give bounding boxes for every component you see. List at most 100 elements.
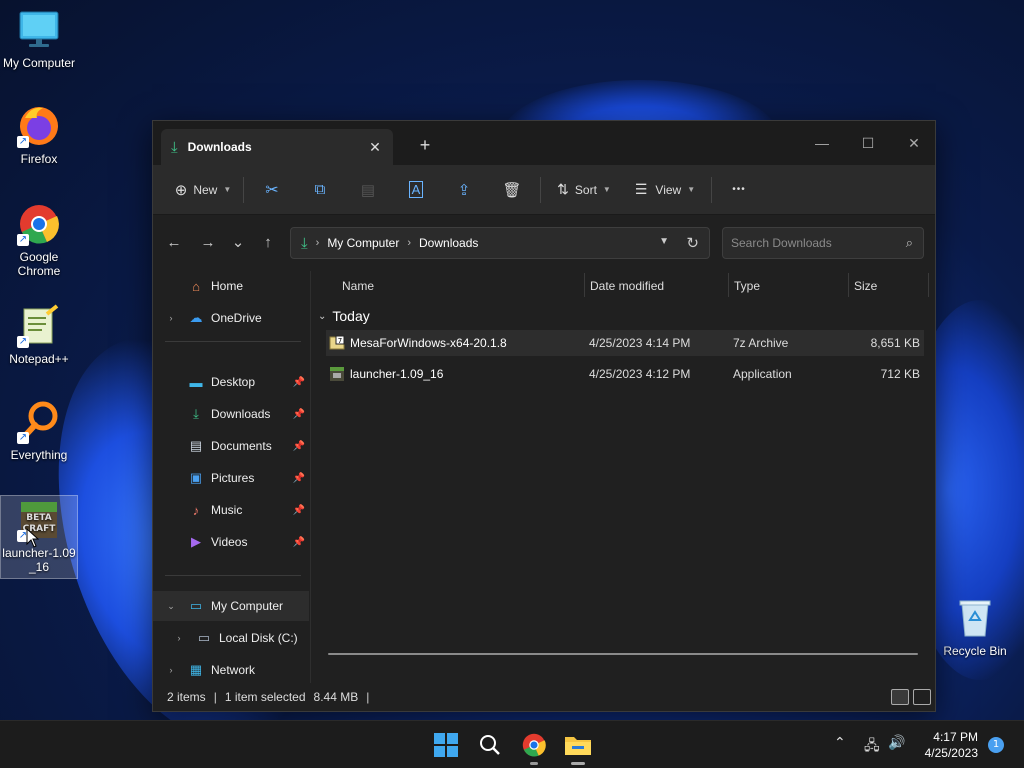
taskbar: ⌃ 🖧 🔊 4:17 PM 4/25/2023 1 (0, 720, 1024, 768)
sidebar-item-music[interactable]: ♪ Music 📌 (153, 495, 309, 525)
sidebar-divider (165, 575, 301, 576)
network-icon[interactable]: 🖧 (864, 735, 880, 759)
shortcut-arrow-icon: ↗ (17, 234, 29, 246)
tab-downloads[interactable]: ⤓ Downloads ✕ (161, 129, 393, 165)
drive-icon: ▭ (197, 630, 211, 645)
start-button[interactable] (430, 729, 462, 761)
chevron-down-icon[interactable]: ⌄ (163, 601, 179, 612)
chevron-right-icon[interactable]: › (171, 633, 187, 643)
more-options-button[interactable]: ••• (716, 174, 762, 206)
sidebar-item-videos[interactable]: ▶ Videos 📌 (153, 527, 309, 557)
refresh-icon[interactable]: ↻ (686, 234, 699, 252)
sidebar-item-pictures[interactable]: ▣ Pictures 📌 (153, 463, 309, 493)
copy-button[interactable]: ⧉ (296, 174, 344, 206)
address-history-chevron-icon[interactable]: ▼ (659, 236, 669, 247)
status-divider: | (366, 690, 370, 704)
group-header-today[interactable]: ⌄ Today (318, 305, 370, 327)
cut-button[interactable]: ✂ (248, 174, 296, 206)
pin-icon: 📌 (292, 440, 305, 452)
address-bar[interactable]: ⤓ › My Computer › Downloads ▼ ↻ (290, 227, 710, 259)
column-header-size[interactable]: Size (854, 271, 924, 301)
volume-icon[interactable]: 🔊 (888, 735, 905, 751)
column-divider[interactable] (584, 273, 585, 297)
chrome-icon: ↗ (17, 202, 61, 246)
file-explorer-window: ⤓ Downloads ✕ + — ☐ ✕ ⊕ New ▼ ✂ ⧉ ▤ A ⇪ … (152, 120, 936, 712)
details-view-button[interactable] (891, 689, 909, 705)
sidebar-item-downloads[interactable]: ⤓ Downloads 📌 (153, 399, 309, 429)
file-list: Name Date modified Type Size ⌄ Today 7 M… (312, 271, 934, 683)
close-window-button[interactable]: ✕ (891, 129, 937, 157)
share-button[interactable]: ⇪ (440, 174, 488, 206)
search-input[interactable] (723, 228, 883, 258)
maximize-button[interactable]: ☐ (845, 129, 891, 157)
sort-button[interactable]: ⇅ Sort ▼ (545, 174, 623, 206)
taskbar-chrome[interactable] (518, 729, 550, 765)
search-box[interactable]: ⌕ (722, 227, 924, 259)
picture-icon: ▣ (189, 470, 203, 485)
chrome-icon (522, 733, 546, 757)
chevron-down-icon: ▼ (687, 185, 696, 194)
toolbar-divider (540, 176, 541, 203)
desktop-icon-google-chrome[interactable]: ↗ Google Chrome (0, 202, 78, 278)
new-button[interactable]: ⊕ New ▼ (167, 174, 239, 206)
taskbar-file-explorer[interactable] (562, 729, 594, 765)
back-button[interactable]: ← (159, 229, 189, 257)
network-icon: ▦ (189, 662, 203, 677)
status-bar: 2 items | 1 item selected 8.44 MB | (153, 683, 935, 711)
chevron-right-icon[interactable]: › (163, 313, 179, 323)
notification-badge[interactable]: 1 (988, 737, 1004, 753)
column-header-name[interactable]: Name (342, 271, 582, 301)
magnifier-icon: ↗ (17, 400, 61, 444)
application-icon (329, 366, 345, 382)
breadcrumb-separator: › (407, 237, 412, 249)
new-tab-button[interactable]: + (413, 135, 437, 155)
rename-button[interactable]: A (392, 174, 440, 206)
desktop-icon-everything[interactable]: ↗ Everything (0, 400, 78, 462)
column-divider[interactable] (728, 273, 729, 297)
column-divider[interactable] (848, 273, 849, 297)
search-button[interactable] (474, 729, 506, 761)
sidebar-item-documents[interactable]: ▤ Documents 📌 (153, 431, 309, 461)
taskbar-clock[interactable]: 4:17 PM 4/25/2023 (925, 729, 978, 761)
desktop-icon-firefox[interactable]: ↗ Firefox (0, 104, 78, 166)
sidebar-item-network[interactable]: › ▦ Network (153, 655, 309, 685)
download-icon: ⤓ (301, 234, 308, 252)
up-button[interactable]: ↑ (253, 229, 283, 257)
view-button[interactable]: ☰ View ▼ (623, 174, 707, 206)
file-row[interactable]: launcher-1.09_16 4/25/2023 4:12 PM Appli… (326, 361, 924, 387)
shortcut-arrow-icon: ↗ (17, 336, 29, 348)
column-divider[interactable] (928, 273, 929, 297)
rename-icon: A (408, 181, 424, 198)
sidebar-item-my-computer[interactable]: ⌄ ▭ My Computer (153, 591, 309, 621)
tab-bar: ⤓ Downloads ✕ + — ☐ ✕ (153, 121, 935, 165)
breadcrumb-my-computer[interactable]: My Computer (327, 236, 399, 250)
clock-time: 4:17 PM (933, 730, 978, 744)
sidebar-item-home[interactable]: ⌂ Home (153, 271, 309, 301)
paste-icon: ▤ (360, 181, 376, 199)
horizontal-scrollbar[interactable] (328, 653, 918, 655)
close-tab-icon[interactable]: ✕ (365, 137, 385, 157)
sort-icon: ⇅ (557, 181, 569, 197)
tiles-view-button[interactable] (913, 689, 931, 705)
show-hidden-icons-chevron-icon[interactable]: ⌃ (834, 735, 846, 751)
column-header-type[interactable]: Type (734, 271, 844, 301)
paste-button[interactable]: ▤ (344, 174, 392, 206)
desktop-icon-notepad-plus-plus[interactable]: ↗ Notepad++ (0, 304, 78, 366)
recent-locations-button[interactable]: ⌄ (223, 229, 253, 257)
file-row[interactable]: 7 MesaForWindows-x64-20.1.8 4/25/2023 4:… (326, 330, 924, 356)
chevron-right-icon[interactable]: › (163, 665, 179, 675)
breadcrumb-downloads[interactable]: Downloads (419, 236, 478, 250)
minimize-button[interactable]: — (799, 129, 845, 157)
search-icon: ⌕ (905, 235, 913, 250)
sidebar-item-onedrive[interactable]: › ☁ OneDrive (153, 303, 309, 333)
music-icon: ♪ (192, 502, 200, 518)
sidebar-item-desktop[interactable]: ▬ Desktop 📌 (153, 367, 309, 397)
forward-button[interactable]: → (193, 229, 223, 257)
column-header-date-modified[interactable]: Date modified (590, 271, 730, 301)
sidebar-item-local-disk[interactable]: › ▭ Local Disk (C:) (153, 623, 309, 653)
desktop-icon-recycle-bin[interactable]: Recycle Bin (936, 596, 1014, 658)
delete-button[interactable]: 🗑 (488, 174, 536, 206)
desktop-icon-my-computer[interactable]: My Computer (0, 8, 78, 70)
notepad-plus-plus-icon: ↗ (17, 304, 61, 348)
toolbar-divider (711, 176, 712, 203)
